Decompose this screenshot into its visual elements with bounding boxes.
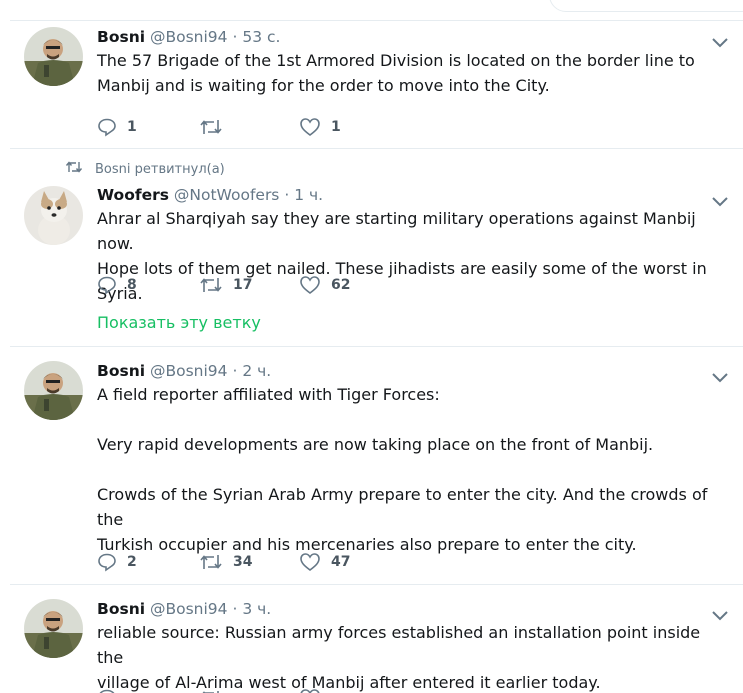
tweet-text: A field reporter affiliated with Tiger F… [97,385,708,554]
like-button[interactable]: 62 [299,275,350,295]
like-count: 1 [331,119,341,135]
retweet-icon [199,688,223,693]
retweet-button[interactable]: 17 [199,275,299,295]
retweet-button[interactable] [199,688,299,693]
timestamp[interactable]: 53 с. [242,28,280,46]
tweet-actions: 1 1 [97,115,341,139]
avatar[interactable] [24,361,83,420]
chevron-down-icon[interactable] [711,192,729,207]
tweet[interactable]: Bosni @Bosni94 · 3 ч. reliable source: R… [10,585,743,693]
separator: · [232,28,238,46]
reply-button[interactable]: 1 [97,117,199,137]
like-count: 62 [331,277,351,293]
reply-icon [97,117,117,137]
separator: · [284,186,290,204]
like-icon [299,275,321,295]
retweet-button[interactable]: 34 [199,552,299,572]
retweet-count: 17 [233,277,253,293]
retweet-button[interactable] [199,117,299,137]
show-thread-link[interactable]: Показать эту ветку [97,313,261,332]
like-icon [299,552,321,572]
like-count: 47 [331,554,351,570]
retweet-icon [65,160,95,178]
retweet-icon [199,275,223,295]
tweet[interactable]: Bosni @Bosni94 · 53 с. The 57 Brigade of… [10,21,743,149]
chevron-down-icon[interactable] [711,606,729,621]
author-handle[interactable]: @Bosni94 [150,600,228,618]
retweet-context: Bosni ретвитнул(а) [65,160,225,178]
author-handle[interactable]: @NotWoofers [174,186,279,204]
chevron-down-icon[interactable] [711,368,729,383]
like-icon [299,688,321,693]
tweet-text: reliable source: Russian army forces est… [97,623,701,692]
author-handle[interactable]: @Bosni94 [150,28,228,46]
tweet[interactable]: Bosni ретвитнул(а) Woofers @NotWoofers ·… [10,149,743,347]
retweet-icon [199,552,223,572]
chevron-down-icon[interactable] [711,33,729,48]
author-handle[interactable]: @Bosni94 [150,362,228,380]
reply-count: 8 [127,277,137,293]
author-name[interactable]: Bosni [97,362,145,380]
timestamp[interactable]: 2 ч. [242,362,271,380]
like-button[interactable]: 47 [299,552,350,572]
like-icon [299,117,321,137]
author-name[interactable]: Bosni [97,600,145,618]
separator: · [232,362,238,380]
tweet-header: Bosni @Bosni94 · 3 ч. [97,598,729,620]
top-bar [0,0,743,21]
reply-button[interactable] [97,688,199,693]
tweet-text: The 57 Brigade of the 1st Armored Divisi… [97,51,695,95]
reply-count: 1 [127,119,137,135]
retweet-icon [199,117,223,137]
retweet-count: 34 [233,554,253,570]
timestamp[interactable]: 3 ч. [242,600,271,618]
tweet-header: Woofers @NotWoofers · 1 ч. [97,184,729,206]
reply-count: 2 [127,554,137,570]
separator: · [232,600,238,618]
timestamp[interactable]: 1 ч. [294,186,323,204]
reply-icon [97,552,117,572]
author-name[interactable]: Bosni [97,28,145,46]
like-button[interactable] [299,688,321,693]
tweet-actions [97,686,321,693]
reply-button[interactable]: 2 [97,552,199,572]
timeline: Bosni @Bosni94 · 53 с. The 57 Brigade of… [10,21,743,693]
reply-icon [97,275,117,295]
tweet[interactable]: Bosni @Bosni94 · 2 ч. A field reporter a… [10,347,743,585]
retweeted-by[interactable]: Bosni ретвитнул(а) [95,162,225,177]
avatar[interactable] [24,27,83,86]
tweet-actions: 2 34 47 [97,550,350,574]
tweet-header: Bosni @Bosni94 · 2 ч. [97,360,729,382]
avatar[interactable] [24,599,83,658]
reply-button[interactable]: 8 [97,275,199,295]
tweet-actions: 8 17 62 [97,273,350,297]
like-button[interactable]: 1 [299,117,341,137]
author-name[interactable]: Woofers [97,186,169,204]
avatar[interactable] [24,186,83,245]
reply-icon [97,688,117,693]
search-box-edge[interactable] [549,0,743,12]
tweet-header: Bosni @Bosni94 · 53 с. [97,26,729,48]
